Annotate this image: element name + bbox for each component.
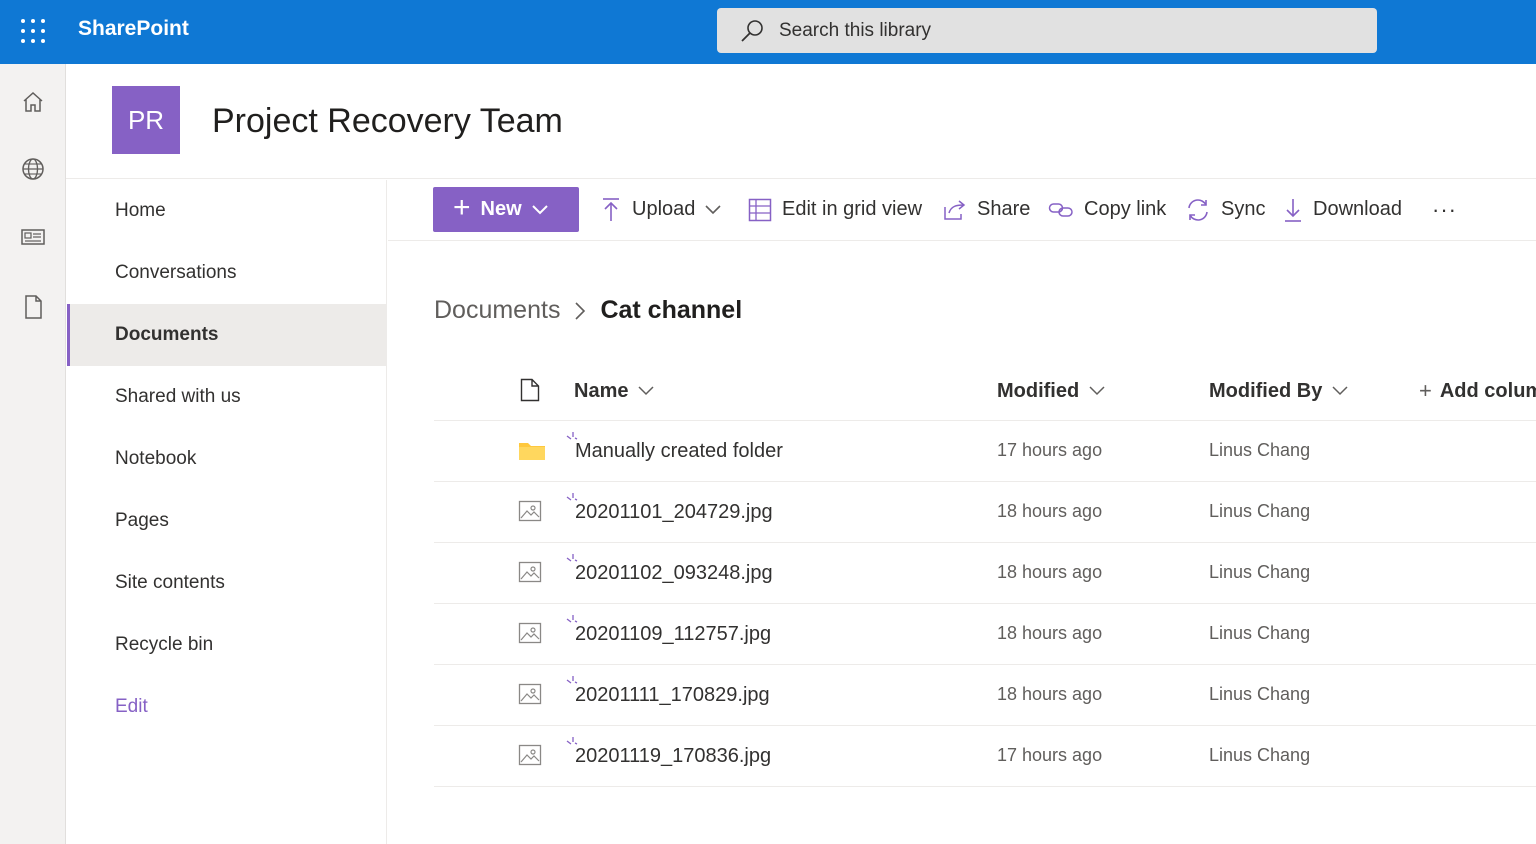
copy-link-label: Copy link — [1084, 198, 1167, 220]
file-type-icon[interactable] — [520, 378, 540, 402]
chevron-down-icon — [638, 386, 655, 396]
column-header-name[interactable]: Name — [574, 361, 655, 421]
folder-icon — [519, 443, 545, 460]
app-bar — [0, 64, 66, 844]
share-label: Share — [977, 198, 1031, 220]
modified-by[interactable]: Linus Chang — [1209, 440, 1310, 461]
nav-item-shared-with-us[interactable]: Shared with us — [67, 366, 387, 428]
file-name[interactable]: 20201119_170836.jpg — [575, 745, 771, 768]
column-modified-by-label: Modified By — [1209, 379, 1323, 402]
image-file-icon — [518, 744, 542, 766]
modified-date: 18 hours ago — [997, 501, 1103, 521]
file-name[interactable]: 20201102_093248.jpg — [575, 562, 773, 585]
file-name[interactable]: Manually created folder — [575, 440, 783, 463]
news-icon[interactable] — [19, 223, 47, 251]
nav-item-pages[interactable]: Pages — [67, 490, 387, 552]
share-icon — [944, 199, 966, 220]
search-box[interactable] — [717, 8, 1377, 53]
sync-label: Sync — [1221, 198, 1266, 220]
header-divider — [66, 178, 1536, 179]
download-button[interactable]: Download — [1283, 187, 1402, 232]
table-row[interactable]: 20201119_170836.jpg 17 hours ago Linus C… — [434, 726, 1536, 787]
edit-grid-view-label: Edit in grid view — [782, 198, 923, 220]
column-name-label: Name — [574, 379, 629, 402]
new-button[interactable]: + New — [433, 187, 579, 232]
home-icon[interactable] — [19, 88, 47, 116]
add-column-button[interactable]: + Add colum — [1419, 361, 1536, 421]
chevron-down-icon — [705, 204, 721, 214]
image-file-icon — [518, 500, 542, 522]
modified-by[interactable]: Linus Chang — [1209, 562, 1310, 583]
app-name[interactable]: SharePoint — [78, 17, 189, 41]
suite-bar: SharePoint — [0, 0, 1536, 64]
image-file-icon — [518, 561, 542, 583]
nav-item-site-contents[interactable]: Site contents — [67, 552, 387, 614]
more-actions-button[interactable]: ··· — [1432, 187, 1457, 232]
modified-date: 18 hours ago — [997, 562, 1103, 582]
download-label: Download — [1313, 198, 1402, 220]
upload-button[interactable]: Upload — [600, 187, 721, 232]
sync-icon — [1188, 198, 1208, 221]
table-row[interactable]: 20201111_170829.jpg 18 hours ago Linus C… — [434, 665, 1536, 726]
new-button-label: New — [480, 198, 522, 220]
file-name[interactable]: 20201109_112757.jpg — [575, 623, 771, 646]
modified-date: 17 hours ago — [997, 745, 1103, 765]
chevron-down-icon — [1332, 386, 1348, 396]
modified-date: 17 hours ago — [997, 440, 1103, 460]
upload-icon — [603, 197, 619, 221]
nav-item-documents[interactable]: Documents — [67, 304, 387, 366]
file-name[interactable]: 20201111_170829.jpg — [575, 684, 770, 707]
modified-date: 18 hours ago — [997, 684, 1103, 704]
column-modified-label: Modified — [997, 379, 1080, 402]
file-icon[interactable] — [19, 293, 47, 321]
link-icon — [1048, 202, 1073, 217]
search-icon — [741, 20, 763, 42]
modified-by[interactable]: Linus Chang — [1209, 684, 1310, 705]
globe-icon[interactable] — [19, 155, 47, 183]
site-title[interactable]: Project Recovery Team — [212, 102, 563, 141]
chevron-right-icon — [575, 301, 586, 320]
grid-icon — [748, 198, 772, 221]
copy-link-button[interactable]: Copy link — [1048, 187, 1166, 232]
table-header: Name Modified Modified By + Add colum — [434, 361, 1536, 421]
nav-item-notebook[interactable]: Notebook — [67, 428, 387, 490]
left-nav: Home Conversations Documents Shared with… — [67, 180, 387, 844]
chevron-down-icon — [531, 204, 548, 214]
nav-edit-link[interactable]: Edit — [67, 676, 387, 738]
sync-button[interactable]: Sync — [1185, 187, 1265, 232]
modified-by[interactable]: Linus Chang — [1209, 745, 1310, 766]
app-launcher-icon[interactable] — [20, 18, 46, 44]
modified-date: 18 hours ago — [997, 623, 1103, 643]
image-file-icon — [518, 683, 542, 705]
table-row[interactable]: Manually created folder 17 hours ago Lin… — [434, 421, 1536, 482]
breadcrumb-documents[interactable]: Documents — [434, 296, 560, 325]
column-header-modified-by[interactable]: Modified By — [1209, 361, 1348, 421]
file-name[interactable]: 20201101_204729.jpg — [575, 501, 773, 524]
breadcrumb-current: Cat channel — [600, 296, 743, 324]
modified-by[interactable]: Linus Chang — [1209, 623, 1310, 644]
plus-icon: + — [1419, 378, 1432, 403]
upload-label: Upload — [632, 198, 696, 220]
table-row[interactable]: 20201109_112757.jpg 18 hours ago Linus C… — [434, 604, 1536, 665]
add-column-label: Add colum — [1439, 379, 1536, 402]
nav-item-recycle-bin[interactable]: Recycle bin — [67, 614, 387, 676]
search-input[interactable] — [779, 8, 1359, 53]
breadcrumb: Documents Cat channel — [434, 296, 742, 325]
image-file-icon — [518, 622, 542, 644]
table-row[interactable]: 20201102_093248.jpg 18 hours ago Linus C… — [434, 543, 1536, 604]
nav-item-home[interactable]: Home — [67, 180, 387, 242]
download-icon — [1285, 198, 1301, 222]
modified-by[interactable]: Linus Chang — [1209, 501, 1310, 522]
chevron-down-icon — [1089, 386, 1105, 396]
nav-item-conversations[interactable]: Conversations — [67, 242, 387, 304]
command-bar: + New Upload Edit in grid view Share Cop… — [388, 180, 1536, 241]
plus-icon: + — [453, 190, 471, 224]
site-logo[interactable]: PR — [112, 86, 180, 154]
column-header-modified[interactable]: Modified — [997, 361, 1105, 421]
table-row[interactable]: 20201101_204729.jpg 18 hours ago Linus C… — [434, 482, 1536, 543]
share-button[interactable]: Share — [943, 187, 1030, 232]
edit-grid-view-button[interactable]: Edit in grid view — [748, 187, 922, 232]
